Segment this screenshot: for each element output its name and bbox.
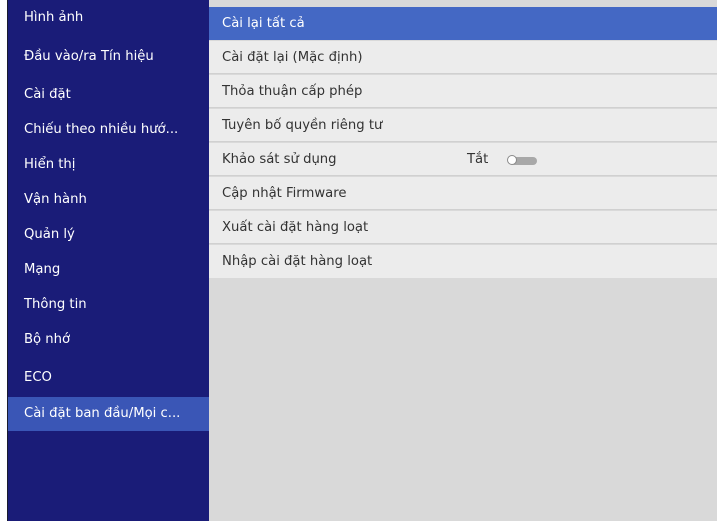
sidebar-item-initial-settings[interactable]: Cài đặt ban đầu/Mọi c...	[8, 397, 209, 431]
sidebar-item-operation[interactable]: Vận hành	[8, 183, 209, 217]
menu-item-firmware-update[interactable]: Cập nhật Firmware	[209, 177, 717, 210]
menu-item-privacy-statement[interactable]: Tuyên bố quyền riêng tư	[209, 109, 717, 142]
usage-survey-value: Tắt	[467, 152, 489, 167]
sidebar-item-information[interactable]: Thông tin	[8, 288, 209, 322]
sidebar-item-display[interactable]: Hiển thị	[8, 148, 209, 182]
sidebar-item-settings[interactable]: Cài đặt	[8, 78, 209, 112]
sidebar-item-eco[interactable]: ECO	[8, 361, 209, 395]
sidebar-item-management[interactable]: Quản lý	[8, 218, 209, 252]
menu-item-reset-all[interactable]: Cài lại tất cả	[209, 7, 717, 40]
sidebar-item-signal-io[interactable]: Đầu vào/ra Tín hiệu	[8, 40, 209, 74]
sidebar-item-network[interactable]: Mạng	[8, 253, 209, 287]
menu-item-license-agreement[interactable]: Thỏa thuận cấp phép	[209, 75, 717, 108]
menu-item-batch-export[interactable]: Xuất cài đặt hàng loạt	[209, 211, 717, 244]
submenu-panel: Cài lại tất cả Cài đặt lại (Mặc định) Th…	[209, 0, 717, 521]
menu-item-batch-import[interactable]: Nhập cài đặt hàng loạt	[209, 245, 717, 278]
menu-item-reset-default[interactable]: Cài đặt lại (Mặc định)	[209, 41, 717, 74]
sidebar-item-memory[interactable]: Bộ nhớ	[8, 323, 209, 357]
usage-survey-label: Khảo sát sử dụng	[222, 152, 337, 167]
toggle-knob	[507, 155, 517, 165]
sidebar-item-multi-projection[interactable]: Chiếu theo nhiều hướ...	[8, 113, 209, 147]
sidebar-item-image[interactable]: Hình ảnh	[8, 1, 209, 35]
menu-item-usage-survey[interactable]: Khảo sát sử dụng Tắt	[209, 143, 717, 176]
usage-survey-toggle[interactable]	[507, 155, 537, 165]
category-sidebar: Hình ảnh Đầu vào/ra Tín hiệu Cài đặt Chi…	[8, 0, 209, 521]
